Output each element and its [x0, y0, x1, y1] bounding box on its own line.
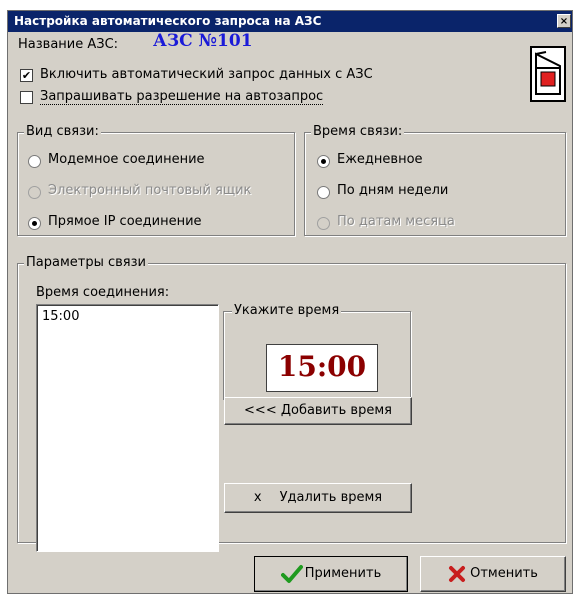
connection-type-title: Вид связи: — [24, 124, 101, 139]
delete-time-button[interactable]: x Удалить время — [224, 483, 412, 513]
apply-label: Применить — [304, 566, 382, 581]
cancel-label: Отменить — [470, 566, 538, 581]
station-name: АЗС №101 — [153, 31, 253, 51]
radio-direct-ip-label: Прямое IP соединение — [48, 214, 202, 229]
check-icon — [280, 564, 303, 583]
title-bar: Настройка автоматического запроса на АЗС… — [8, 11, 572, 32]
close-button[interactable]: × — [557, 14, 571, 28]
radio-daily-label: Ежедневное — [337, 152, 423, 167]
radio-month-dates-label: По датам месяца — [337, 214, 455, 229]
connection-type-group: Вид связи: Модемное соединение Электронн… — [17, 124, 295, 236]
connection-time-group: Время связи: Ежедневное По дням недели П… — [304, 124, 566, 236]
time-picker-title: Укажите время — [232, 303, 342, 318]
delete-time-label: Удалить время — [279, 490, 383, 505]
add-time-button[interactable]: <<< Добавить время — [224, 397, 412, 425]
cancel-button[interactable]: Отменить — [420, 556, 566, 592]
time-input[interactable]: 15:00 — [266, 344, 378, 392]
connection-times-list[interactable]: 15:00 — [36, 304, 219, 552]
cross-icon — [449, 565, 466, 582]
connection-times-label: Время соединения: — [36, 285, 170, 300]
auto-request-label: Включить автоматический запрос данных с … — [40, 67, 373, 82]
apply-button[interactable]: Применить — [254, 556, 408, 592]
params-title: Параметры связи — [24, 255, 148, 270]
radio-weekdays[interactable] — [317, 186, 330, 199]
power-switch-icon — [530, 46, 566, 102]
connection-time-title: Время связи: — [311, 124, 405, 139]
radio-weekdays-label: По дням недели — [337, 183, 449, 198]
station-label: Название АЗС: — [18, 37, 119, 52]
radio-email-label: Электронный почтовый ящик — [48, 183, 252, 198]
radio-email[interactable] — [28, 186, 41, 199]
delete-icon: x — [253, 490, 262, 505]
ask-permission-label: Запрашивать разрешение на автозапрос — [40, 89, 324, 105]
radio-modem-label: Модемное соединение — [48, 152, 205, 167]
radio-daily[interactable] — [317, 155, 330, 168]
settings-dialog: Настройка автоматического запроса на АЗС… — [7, 10, 573, 594]
radio-month-dates[interactable] — [317, 217, 330, 230]
window-title: Настройка автоматического запроса на АЗС — [14, 14, 322, 28]
radio-modem[interactable] — [28, 155, 41, 168]
radio-direct-ip[interactable] — [28, 217, 41, 230]
auto-request-checkbox[interactable]: ✔ — [20, 69, 33, 82]
ask-permission-checkbox[interactable] — [20, 91, 33, 104]
list-item[interactable]: 15:00 — [42, 309, 79, 324]
